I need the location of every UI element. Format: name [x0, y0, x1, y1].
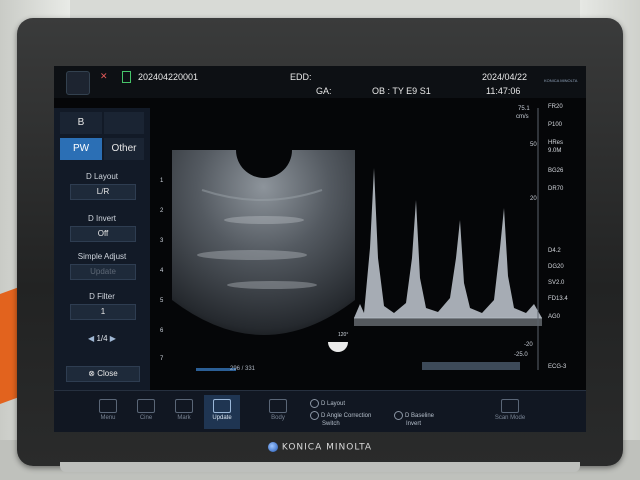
velocity-scale-label: 50: [530, 142, 537, 148]
param-item: DG20: [548, 264, 564, 270]
body-button[interactable]: Body: [260, 395, 296, 429]
velocity-min: -25.0: [514, 352, 528, 358]
knob-label: D Layout: [321, 401, 346, 408]
param-item: BG26: [548, 168, 564, 174]
param-item: FR20: [548, 104, 563, 110]
probe-angle: 120°: [338, 332, 349, 338]
knob-icon: [310, 399, 319, 408]
scan-mode-label: Scan Mode: [494, 415, 526, 421]
header-brand-logo: KONICA MINOLTA: [544, 78, 578, 83]
cine-button[interactable]: Cine: [128, 395, 164, 429]
knob-icon: [394, 411, 403, 420]
param-item: 9.0M: [548, 148, 562, 154]
bottom-toolbar: Menu Cine Mark Update Body D Layout D An…: [54, 390, 586, 432]
knob-group-layout[interactable]: D Layout: [310, 399, 345, 408]
d-invert-label: D Invert: [87, 214, 116, 223]
velocity-unit: cm/s: [516, 114, 529, 120]
scan-mode-icon: [501, 399, 519, 413]
menu-label: Menu: [100, 415, 116, 421]
knob-label: D Baseline: [405, 413, 435, 420]
exam-preset: OB : TY E9 S1: [372, 86, 431, 96]
velocity-scale-label: 20: [530, 196, 537, 202]
ultrasound-screen: ✕ 202404220001 EDD: GA: OB : TY E9 S1 20…: [54, 66, 586, 432]
param-item: HRes: [548, 140, 564, 146]
menu-icon: [99, 399, 117, 413]
frame-counter: 296 / 331: [230, 366, 256, 372]
page-indicator: ◀ 1/4 ▶: [70, 334, 134, 343]
exam-date: 2024/04/22: [482, 72, 528, 82]
body-label: Body: [271, 415, 285, 421]
doppler-spectrum[interactable]: [354, 108, 542, 370]
edd-label: EDD:: [290, 72, 312, 82]
left-control-panel: B PW Other D Layout L/R D Invert Off Sim…: [54, 108, 150, 424]
next-page-icon[interactable]: ▶: [110, 334, 116, 343]
b-mode-image[interactable]: [172, 150, 355, 358]
scan-mode-button[interactable]: Scan Mode: [488, 395, 532, 429]
monitor-lip: [60, 462, 580, 472]
depth-tick: 1: [160, 178, 164, 184]
depth-tick: 3: [160, 238, 164, 244]
tab-blank[interactable]: [104, 112, 144, 134]
knob-icon: [310, 411, 319, 420]
close-button[interactable]: ⊗ Close: [66, 366, 140, 382]
param-item: FD13.4: [548, 296, 568, 302]
body-icon: [269, 399, 287, 413]
depth-tick: 4: [160, 268, 164, 274]
param-item: DR70: [548, 186, 564, 192]
close-icon: ⊗: [88, 369, 98, 378]
d-filter-label: D Filter: [89, 292, 115, 301]
exam-time: 11:47:06: [486, 86, 521, 96]
patient-id: 202404220001: [138, 72, 199, 82]
param-item: AG0: [548, 314, 561, 320]
mark-button[interactable]: Mark: [166, 395, 202, 429]
page-number: 1/4: [96, 334, 108, 343]
brand-logo-icon: [267, 442, 278, 452]
ga-label: GA:: [316, 86, 332, 96]
brand-text: KONICA MINOLTA: [281, 442, 373, 453]
tab-other[interactable]: Other: [104, 138, 144, 160]
status-strip: [422, 362, 520, 370]
param-item: P100: [548, 122, 563, 128]
depth-tick: 5: [160, 298, 164, 304]
knob-label: D Angle Correction: [321, 413, 372, 420]
knob-group-baseline[interactable]: D Baseline Invert: [394, 411, 434, 428]
d-layout-label: D Layout: [85, 172, 119, 181]
param-item: D4.2: [548, 248, 561, 254]
depth-tick: 6: [160, 328, 164, 334]
cine-label: Cine: [139, 415, 153, 421]
depth-tick: 7: [160, 356, 164, 362]
prev-page-icon[interactable]: ◀: [88, 334, 94, 343]
depth-tick: 2: [160, 208, 164, 214]
velocity-max: 75.1: [518, 106, 530, 112]
battery-icon: [122, 71, 131, 83]
param-item: ECG-3: [548, 364, 567, 370]
knob-group-angle[interactable]: D Angle Correction Switch: [310, 411, 371, 428]
velocity-scale-label: -20: [524, 342, 533, 348]
tab-b-mode[interactable]: B: [60, 112, 102, 134]
tab-pw[interactable]: PW: [60, 138, 102, 160]
d-invert-value[interactable]: Off: [70, 226, 136, 242]
simple-adjust-label: Simple Adjust: [77, 252, 127, 261]
update-icon: [213, 399, 231, 413]
depth-scale: 1 2 3 4 5 6 7: [160, 156, 172, 366]
header-bar: ✕ 202404220001 EDD: GA: OB : TY E9 S1 20…: [54, 66, 586, 98]
knob-sublabel: Invert: [406, 421, 422, 428]
mark-icon: [175, 399, 193, 413]
menu-button[interactable]: Menu: [90, 395, 126, 429]
patient-icon[interactable]: [66, 71, 90, 95]
simple-adjust-value[interactable]: Update: [70, 264, 136, 280]
d-filter-value[interactable]: 1: [70, 304, 136, 320]
knob-sublabel: Switch: [322, 421, 340, 428]
cine-icon: [137, 399, 155, 413]
param-item: SV2.0: [548, 280, 565, 286]
mark-label: Mark: [177, 415, 191, 421]
probe-status-icon: ✕: [100, 71, 108, 81]
monitor-brand: KONICA MINOLTA: [0, 442, 640, 453]
update-button[interactable]: Update: [204, 395, 240, 429]
close-label: Close: [97, 369, 118, 378]
update-label: Update: [212, 415, 232, 421]
d-layout-value[interactable]: L/R: [70, 184, 136, 200]
